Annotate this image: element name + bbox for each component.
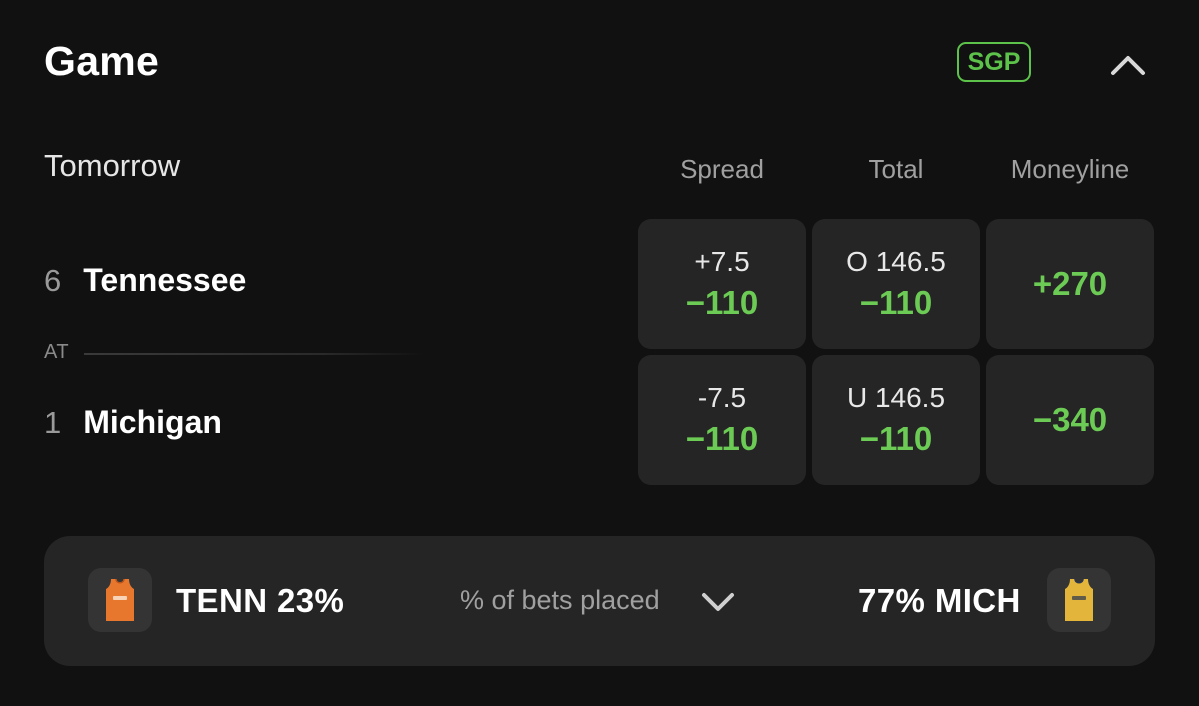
moneyline-price: +270 <box>1032 265 1108 302</box>
bets-placed-label: % of bets placed <box>460 585 660 615</box>
game-date: Tomorrow <box>44 148 181 183</box>
total-odds-button[interactable]: U 146.5 −110 <box>812 355 980 485</box>
section-title: Game <box>44 38 160 84</box>
yellow-jersey-icon <box>1065 578 1093 621</box>
spread-line: +7.5 <box>694 246 750 277</box>
team-row-home: 1 Michigan <box>44 404 222 441</box>
expand-button[interactable] <box>698 586 738 616</box>
tennessee-jersey <box>88 568 152 632</box>
team-name: Tennessee <box>83 262 247 298</box>
moneyline-price: −340 <box>1032 401 1108 438</box>
at-separator: AT <box>44 341 70 363</box>
spread-line: -7.5 <box>697 382 747 413</box>
collapse-button[interactable] <box>1104 46 1152 82</box>
moneyline-odds-button[interactable]: +270 <box>986 219 1154 349</box>
team-name: Michigan <box>83 404 222 440</box>
separator-line <box>84 353 424 355</box>
total-odds-button[interactable]: O 146.5 −110 <box>812 219 980 349</box>
spread-odds-button[interactable]: -7.5 −110 <box>638 355 806 485</box>
away-bet-share: TENN 23% <box>176 582 345 619</box>
spread-odds-button[interactable]: +7.5 −110 <box>638 219 806 349</box>
total-line: U 146.5 <box>846 382 946 413</box>
sgp-badge[interactable]: SGP <box>957 42 1031 82</box>
column-header-total: Total <box>868 154 924 184</box>
column-header-spread: Spread <box>680 154 764 184</box>
team-rank: 6 <box>44 263 62 298</box>
team-rank: 1 <box>44 405 62 440</box>
game-panel: Game SGP Tomorrow Spread Total Moneyline… <box>0 0 1199 706</box>
total-line: O 146.5 <box>846 246 946 277</box>
spread-price: −110 <box>685 284 759 321</box>
orange-jersey-icon <box>106 578 134 621</box>
spread-price: −110 <box>685 420 759 457</box>
chevron-down-icon <box>702 593 734 611</box>
total-price: −110 <box>859 284 933 321</box>
moneyline-odds-button[interactable]: −340 <box>986 355 1154 485</box>
chevron-up-icon <box>1111 56 1145 75</box>
michigan-jersey <box>1047 568 1111 632</box>
team-row-away: 6 Tennessee <box>44 262 246 299</box>
home-bet-share: 77% MICH <box>858 582 1021 619</box>
total-price: −110 <box>859 420 933 457</box>
column-header-moneyline: Moneyline <box>1010 154 1130 184</box>
